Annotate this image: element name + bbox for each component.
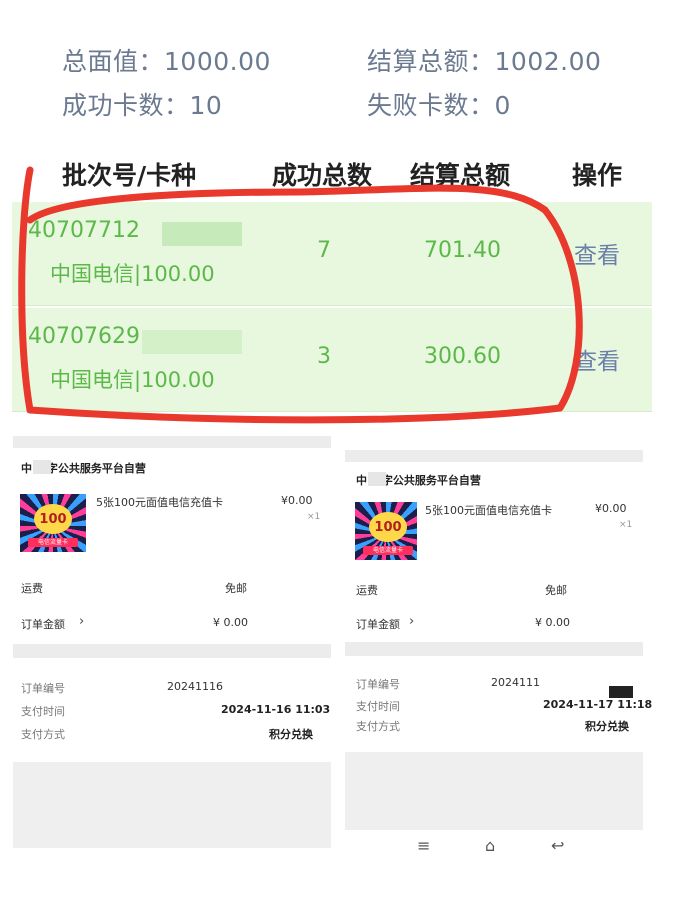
- failed-cards-label: 失败卡数：: [367, 91, 495, 120]
- back-icon[interactable]: ↩: [551, 836, 564, 855]
- divider: [13, 644, 331, 658]
- order-detail-right: 中 数字公共服务平台自营 100 电信流量卡 5张100元面值电信充值卡 ¥0.…: [345, 450, 652, 830]
- shipping-value: 免邮: [225, 582, 247, 595]
- pay-method-label: 支付方式: [21, 728, 65, 741]
- table-row[interactable]: 40707712 中国电信|100.00 7 701.40 查看: [12, 202, 652, 306]
- settle-amount: 300.60: [424, 344, 501, 369]
- header-action: 操作: [572, 161, 623, 190]
- header-batch: 批次号/卡种: [62, 161, 197, 190]
- pay-method-value: 积分兑换: [269, 728, 313, 741]
- settle-total-amount: 1002.00: [494, 47, 602, 76]
- pay-method-label: 支付方式: [356, 720, 400, 733]
- divider: [13, 436, 331, 448]
- product-price: ¥0.00: [281, 494, 313, 507]
- divider: [345, 450, 643, 462]
- bottom-blank-area: [345, 752, 643, 830]
- product-thumbnail: 100 电信流量卡: [20, 494, 86, 552]
- batch-table: 批次号/卡种 成功总数 结算总额 操作 40707712 中国电信|100.00…: [0, 148, 675, 413]
- settle-total: 结算总额：1002.00: [367, 42, 601, 78]
- divider: [345, 642, 643, 656]
- shipping-value: 免邮: [545, 584, 567, 597]
- chevron-right-icon[interactable]: ›: [79, 614, 84, 629]
- success-cards-count: 10: [189, 91, 223, 120]
- total-face-amount: 1000.00: [164, 47, 271, 76]
- failed-cards: 失败卡数：0: [367, 86, 511, 122]
- thumbnail-caption: 电信流量卡: [363, 546, 413, 555]
- product-qty: ×1: [619, 520, 633, 530]
- product-thumbnail: 100 电信流量卡: [355, 502, 417, 560]
- header-success-count: 成功总数: [272, 161, 373, 190]
- order-no-value[interactable]: 20241116: [167, 680, 223, 693]
- menu-icon[interactable]: ≡: [417, 836, 430, 855]
- chevron-right-icon[interactable]: ›: [409, 614, 414, 629]
- success-count: 3: [317, 344, 331, 369]
- order-amount-value: ¥ 0.00: [213, 616, 248, 629]
- success-count: 7: [317, 238, 331, 263]
- order-no-label: 订单编号: [21, 682, 65, 695]
- order-amount-label: 订单金额: [356, 618, 400, 631]
- summary-panel: 总面值：1000.00 结算总额：1002.00 成功卡数：10 失败卡数：0: [0, 0, 675, 140]
- bottom-blank-area: [13, 762, 331, 848]
- redaction-mask: [368, 472, 386, 486]
- table-row[interactable]: 40707629 中国电信|100.00 3 300.60 查看: [12, 308, 652, 412]
- thumbnail-caption: 电信流量卡: [28, 538, 78, 547]
- shipping-label: 运费: [21, 582, 43, 595]
- view-link[interactable]: 查看: [574, 342, 620, 376]
- redaction-mask: [142, 330, 242, 354]
- order-amount-label: 订单金额: [21, 618, 65, 631]
- home-icon[interactable]: ⌂: [485, 836, 495, 855]
- success-cards-label: 成功卡数：: [62, 91, 190, 120]
- redaction-mask: [162, 222, 242, 246]
- product-qty: ×1: [307, 512, 321, 522]
- redaction-mask: [609, 686, 633, 698]
- order-no-label: 订单编号: [356, 678, 400, 691]
- thumbnail-value: 100: [369, 512, 407, 542]
- product-name: 5张100元面值电信充值卡: [425, 504, 552, 517]
- card-type: 中国电信|100.00: [50, 262, 215, 286]
- success-cards: 成功卡数：10: [62, 86, 222, 122]
- pay-time-label: 支付时间: [356, 700, 400, 713]
- batch-number: 40707629: [28, 324, 140, 349]
- product-price: ¥0.00: [595, 502, 627, 515]
- card-type: 中国电信|100.00: [50, 368, 215, 392]
- product-name: 5张100元面值电信充值卡: [96, 496, 223, 509]
- pay-time-label: 支付时间: [21, 705, 65, 718]
- pay-time-value: 2024-11-17 11:18: [543, 698, 653, 711]
- redaction-mask: [33, 460, 51, 474]
- order-no-value[interactable]: 2024111: [491, 676, 540, 689]
- shipping-label: 运费: [356, 584, 378, 597]
- thumbnail-value: 100: [34, 504, 72, 534]
- view-link[interactable]: 查看: [574, 236, 620, 270]
- total-face-label: 总面值：: [62, 47, 165, 76]
- order-amount-value: ¥ 0.00: [535, 616, 570, 629]
- settle-total-label: 结算总额：: [367, 47, 495, 76]
- header-settle-amount: 结算总额: [410, 161, 511, 190]
- pay-method-value: 积分兑换: [585, 720, 629, 733]
- failed-cards-count: 0: [494, 91, 511, 120]
- total-face-value: 总面值：1000.00: [62, 42, 271, 78]
- settle-amount: 701.40: [424, 238, 501, 263]
- batch-number: 40707712: [28, 218, 140, 243]
- order-detail-left: 中 数字公共服务平台自营 100 电信流量卡 5张100元面值电信充值卡 ¥0.…: [13, 436, 331, 848]
- pay-time-value: 2024-11-16 11:03: [221, 703, 331, 716]
- system-nav-bar: ≡ ⌂ ↩: [345, 830, 643, 864]
